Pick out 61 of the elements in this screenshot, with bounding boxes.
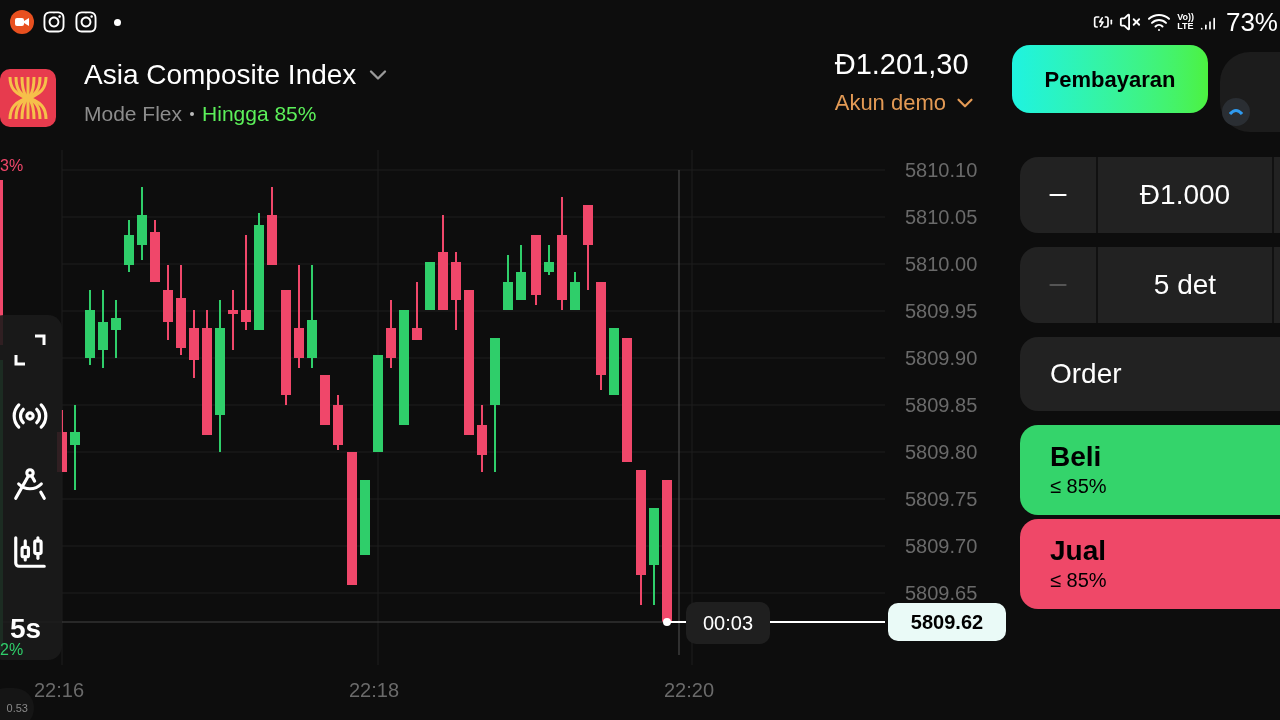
time-axis-label: 22:20 <box>664 678 715 702</box>
battery-percentage: 73% <box>1225 9 1278 35</box>
mute-icon <box>1119 11 1142 33</box>
footer-value: 0.53 <box>0 688 34 720</box>
candle <box>570 271 580 311</box>
candle <box>189 309 199 379</box>
account-type[interactable]: Akun demo <box>834 86 946 119</box>
candle <box>544 244 554 276</box>
candle <box>333 394 343 451</box>
instagram-icon <box>74 10 98 34</box>
drawing-compass-icon[interactable] <box>11 465 49 503</box>
fullscreen-icon[interactable] <box>13 333 47 367</box>
price-axis-label: 5809.85 <box>905 393 978 417</box>
candle <box>412 281 422 341</box>
stepper-value: 5 det <box>1098 247 1274 323</box>
deposit-button[interactable]: Pembayaran <box>1012 45 1208 113</box>
screen-recorder-icon <box>10 10 34 34</box>
price-axis-label: 5810.10 <box>905 158 978 182</box>
buy-button[interactable]: Beli ≤ 85% <box>1020 425 1280 515</box>
candle <box>477 404 487 473</box>
instagram-icon <box>42 10 66 34</box>
sentiment-up-label: 3% <box>0 156 24 176</box>
candle <box>425 261 435 311</box>
payout-label: Hingga 85% <box>202 101 317 127</box>
candle <box>531 234 541 306</box>
candle <box>228 289 238 351</box>
stepper-value: Đ1.000 <box>1098 157 1274 233</box>
price-axis-label: 5810.05 <box>905 205 978 229</box>
arc-icon <box>1229 109 1243 115</box>
time-axis-label: 22:18 <box>349 678 400 702</box>
candlestick-icon[interactable] <box>11 533 49 571</box>
current-price-tag: 5809.62 <box>888 603 1006 641</box>
asset-logo <box>0 69 56 127</box>
candle <box>150 219 160 283</box>
price-axis-label: 5809.95 <box>905 299 978 323</box>
candle <box>111 299 121 359</box>
price-axis-label: 5809.80 <box>905 440 978 464</box>
account-balance: Đ1.201,30 <box>834 47 969 82</box>
candle <box>386 299 396 369</box>
price-axis-label: 5809.65 <box>905 581 978 605</box>
sentiment-down-label: 2% <box>0 640 24 660</box>
sell-button[interactable]: Jual ≤ 85% <box>1020 519 1280 609</box>
lte-label: LTE <box>1177 22 1194 31</box>
price-axis-label: 5809.90 <box>905 346 978 370</box>
countdown-timer: 00:03 <box>686 602 770 644</box>
stepper-field[interactable]: Đ1.000 <box>1020 157 1280 233</box>
price-axis-label: 5810.00 <box>905 252 978 276</box>
candle <box>124 219 134 273</box>
candle <box>609 327 619 396</box>
candle <box>503 254 513 311</box>
order-label: Order <box>1050 357 1122 391</box>
trading-mode: Mode Flex <box>84 101 183 127</box>
volte-label: Vo)) <box>1177 13 1194 22</box>
candle <box>320 374 330 426</box>
time-axis-label: 22:16 <box>34 678 85 702</box>
candle <box>516 244 526 301</box>
asset-name[interactable]: Asia Composite Index <box>84 58 357 92</box>
price-axis-label: 5809.70 <box>905 534 978 558</box>
price-axis-label: 5809.75 <box>905 487 978 511</box>
price-marker-icon <box>663 618 671 626</box>
order-field[interactable]: Order <box>1020 337 1280 411</box>
